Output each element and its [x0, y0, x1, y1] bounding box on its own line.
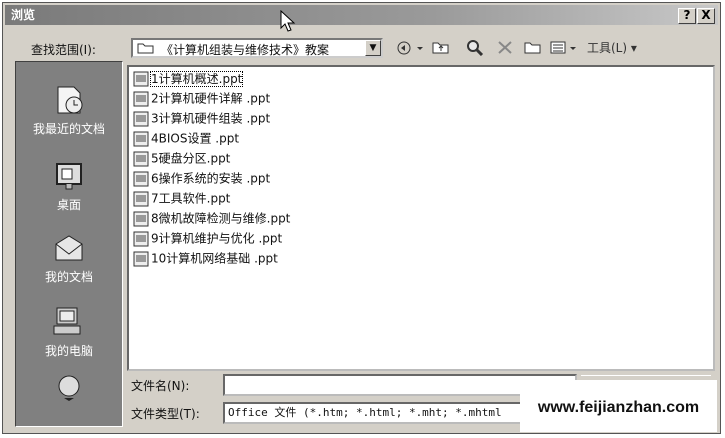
- file-name: 1计算机概述.ppt: [149, 70, 244, 87]
- ppt-file-icon: [133, 191, 149, 206]
- file-list[interactable]: 1计算机概述.ppt 2计算机硬件详解 .ppt 3计算机硬件组装 .ppt 4…: [127, 65, 715, 371]
- tools-menu[interactable]: 工具(L) ▾: [587, 38, 637, 58]
- close-button[interactable]: X: [697, 8, 715, 24]
- file-item[interactable]: 4BIOS设置 .ppt: [133, 129, 239, 147]
- file-name: 5硬盘分区.ppt: [151, 151, 231, 166]
- file-item[interactable]: 2计算机硬件详解 .ppt: [133, 89, 270, 107]
- recent-documents-icon: [57, 86, 83, 114]
- place-desktop[interactable]: 桌面: [16, 160, 122, 213]
- ppt-file-icon: [133, 171, 149, 186]
- my-computer-icon: [53, 307, 81, 335]
- file-item[interactable]: 5硬盘分区.ppt: [133, 149, 230, 167]
- network-places-icon: [58, 375, 80, 401]
- ppt-file-icon: [133, 231, 149, 246]
- folder-icon: [137, 43, 154, 54]
- title-bar: 浏览 ? X: [5, 5, 718, 25]
- file-name: 2计算机硬件详解 .ppt: [151, 91, 271, 106]
- ppt-file-icon: [133, 111, 149, 126]
- ppt-file-icon: [133, 211, 149, 226]
- new-folder-icon[interactable]: [523, 38, 543, 58]
- ppt-file-icon: [133, 91, 149, 106]
- place-recent-documents[interactable]: 我最近的文档: [16, 84, 122, 137]
- filename-label: 文件名(N):: [131, 379, 190, 393]
- watermark: www.feijianzhan.com: [520, 380, 717, 432]
- window-title: 浏览: [11, 8, 36, 22]
- place-label: 我最近的文档: [32, 122, 105, 136]
- mouse-pointer-icon: [280, 10, 296, 32]
- ppt-file-icon: [133, 71, 149, 86]
- file-item[interactable]: 8微机故障检测与维修.ppt: [133, 209, 290, 227]
- ppt-file-icon: [133, 131, 149, 146]
- file-item[interactable]: 3计算机硬件组装 .ppt: [133, 109, 270, 127]
- place-my-computer[interactable]: 我的电脑: [16, 306, 122, 359]
- look-in-row: 查找范围(I): 《计算机组装与维修技术》教案 ▼ 工具(L) ▾: [3, 35, 720, 61]
- places-bar: 我最近的文档 桌面 我的文档 我的电脑: [15, 61, 123, 427]
- file-name: 8微机故障检测与维修.ppt: [151, 211, 291, 226]
- tools-menu-label: 工具(L): [587, 41, 628, 55]
- help-button[interactable]: ?: [678, 8, 696, 24]
- look-in-combobox[interactable]: 《计算机组装与维修技术》教案 ▼: [131, 38, 383, 58]
- file-item[interactable]: 6操作系统的安装 .ppt: [133, 169, 270, 187]
- look-in-label: 查找范围(I):: [31, 43, 96, 57]
- file-item[interactable]: 1计算机概述.ppt: [133, 69, 244, 87]
- place-label: 桌面: [56, 198, 81, 212]
- place-label: 我的文档: [44, 270, 93, 284]
- place-my-documents[interactable]: 我的文档: [16, 232, 122, 285]
- file-item[interactable]: 9计算机维护与优化 .ppt: [133, 229, 282, 247]
- file-item[interactable]: 7工具软件.ppt: [133, 189, 230, 207]
- file-name: 3计算机硬件组装 .ppt: [151, 111, 271, 126]
- file-name: 6操作系统的安装 .ppt: [151, 171, 271, 186]
- ppt-file-icon: [133, 251, 149, 266]
- place-label: 我的电脑: [44, 344, 93, 358]
- back-icon[interactable]: [395, 38, 425, 58]
- browse-dialog: 浏览 ? X 查找范围(I): 《计算机组装与维修技术》教案 ▼ 工具(L) ▾…: [2, 2, 721, 434]
- file-name: 4BIOS设置 .ppt: [151, 131, 240, 146]
- file-name: 9计算机维护与优化 .ppt: [151, 231, 283, 246]
- file-item[interactable]: 10计算机网络基础 .ppt: [133, 249, 278, 267]
- ppt-file-icon: [133, 151, 149, 166]
- look-in-value: 《计算机组装与维修技术》教案: [161, 43, 330, 57]
- chevron-down-icon[interactable]: ▼: [365, 40, 381, 56]
- search-web-icon[interactable]: [465, 38, 485, 58]
- filetype-label: 文件类型(T):: [131, 407, 200, 421]
- file-name: 10计算机网络基础 .ppt: [151, 251, 278, 266]
- place-network[interactable]: [16, 374, 122, 406]
- my-documents-icon: [55, 235, 83, 261]
- file-name: 7工具软件.ppt: [151, 191, 231, 206]
- delete-icon[interactable]: [495, 38, 515, 58]
- up-folder-icon[interactable]: [431, 38, 451, 58]
- views-icon[interactable]: [549, 38, 579, 58]
- desktop-icon: [56, 163, 82, 190]
